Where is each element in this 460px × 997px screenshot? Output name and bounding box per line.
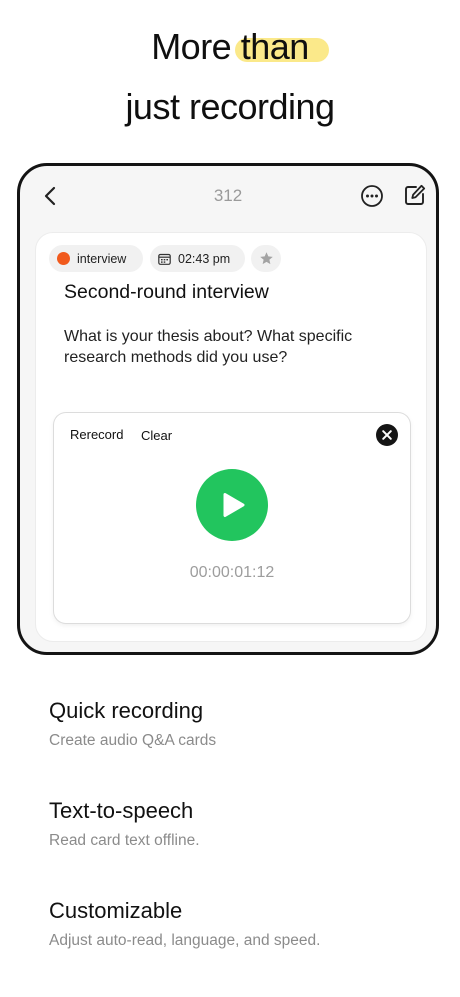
feature-quick-recording: Quick recording Create audio Q&A cards: [49, 698, 216, 750]
time-chip[interactable]: 02:43 pm: [150, 245, 245, 272]
feature-title: Quick recording: [49, 698, 204, 723]
device-frame: 312 interview 02:43 pm Second-round inte…: [17, 163, 439, 655]
feature-title: Text-to-speech: [49, 798, 194, 823]
clear-button[interactable]: Clear: [141, 428, 172, 443]
question-card: interview 02:43 pm Second-round intervie…: [35, 232, 427, 642]
card-title: Second-round interview: [64, 281, 269, 303]
headline-prefix: More: [151, 26, 241, 67]
feature-text-to-speech: Text-to-speech Read card text offline.: [49, 798, 200, 850]
headline-highlight: than: [234, 26, 329, 67]
close-button[interactable]: [376, 424, 398, 446]
tag-color-dot: [57, 252, 70, 265]
play-button[interactable]: [196, 469, 268, 541]
star-icon: [259, 252, 273, 265]
compose-icon[interactable]: [403, 183, 427, 207]
tag-chip[interactable]: interview: [49, 245, 143, 272]
card-question: What is your thesis about? What specific…: [64, 328, 353, 366]
feature-customizable: Customizable Adjust auto-read, language,…: [49, 898, 320, 950]
audio-player-panel: Rerecord Clear 00:00:01:12: [54, 413, 410, 623]
close-icon: [382, 430, 392, 440]
play-icon: [223, 493, 245, 517]
tag-label: interview: [77, 251, 127, 266]
headline-line-1: More than: [0, 26, 460, 68]
navbar: 312: [20, 166, 436, 224]
feature-subtitle: Read card text offline.: [49, 832, 200, 849]
calendar-icon: [158, 253, 171, 265]
feature-title: Customizable: [49, 898, 183, 923]
feature-subtitle: Create audio Q&A cards: [49, 732, 217, 749]
headline-line-2: just recording: [125, 86, 335, 127]
time-value: 02:43 pm: [178, 251, 231, 266]
elapsed-time: 00:00:01:12: [189, 564, 275, 581]
ellipsis-circle-icon[interactable]: [360, 184, 384, 208]
feature-subtitle: Adjust auto-read, language, and speed.: [49, 932, 321, 949]
rerecord-button[interactable]: Rerecord: [70, 427, 123, 442]
favorite-button[interactable]: [251, 245, 281, 272]
